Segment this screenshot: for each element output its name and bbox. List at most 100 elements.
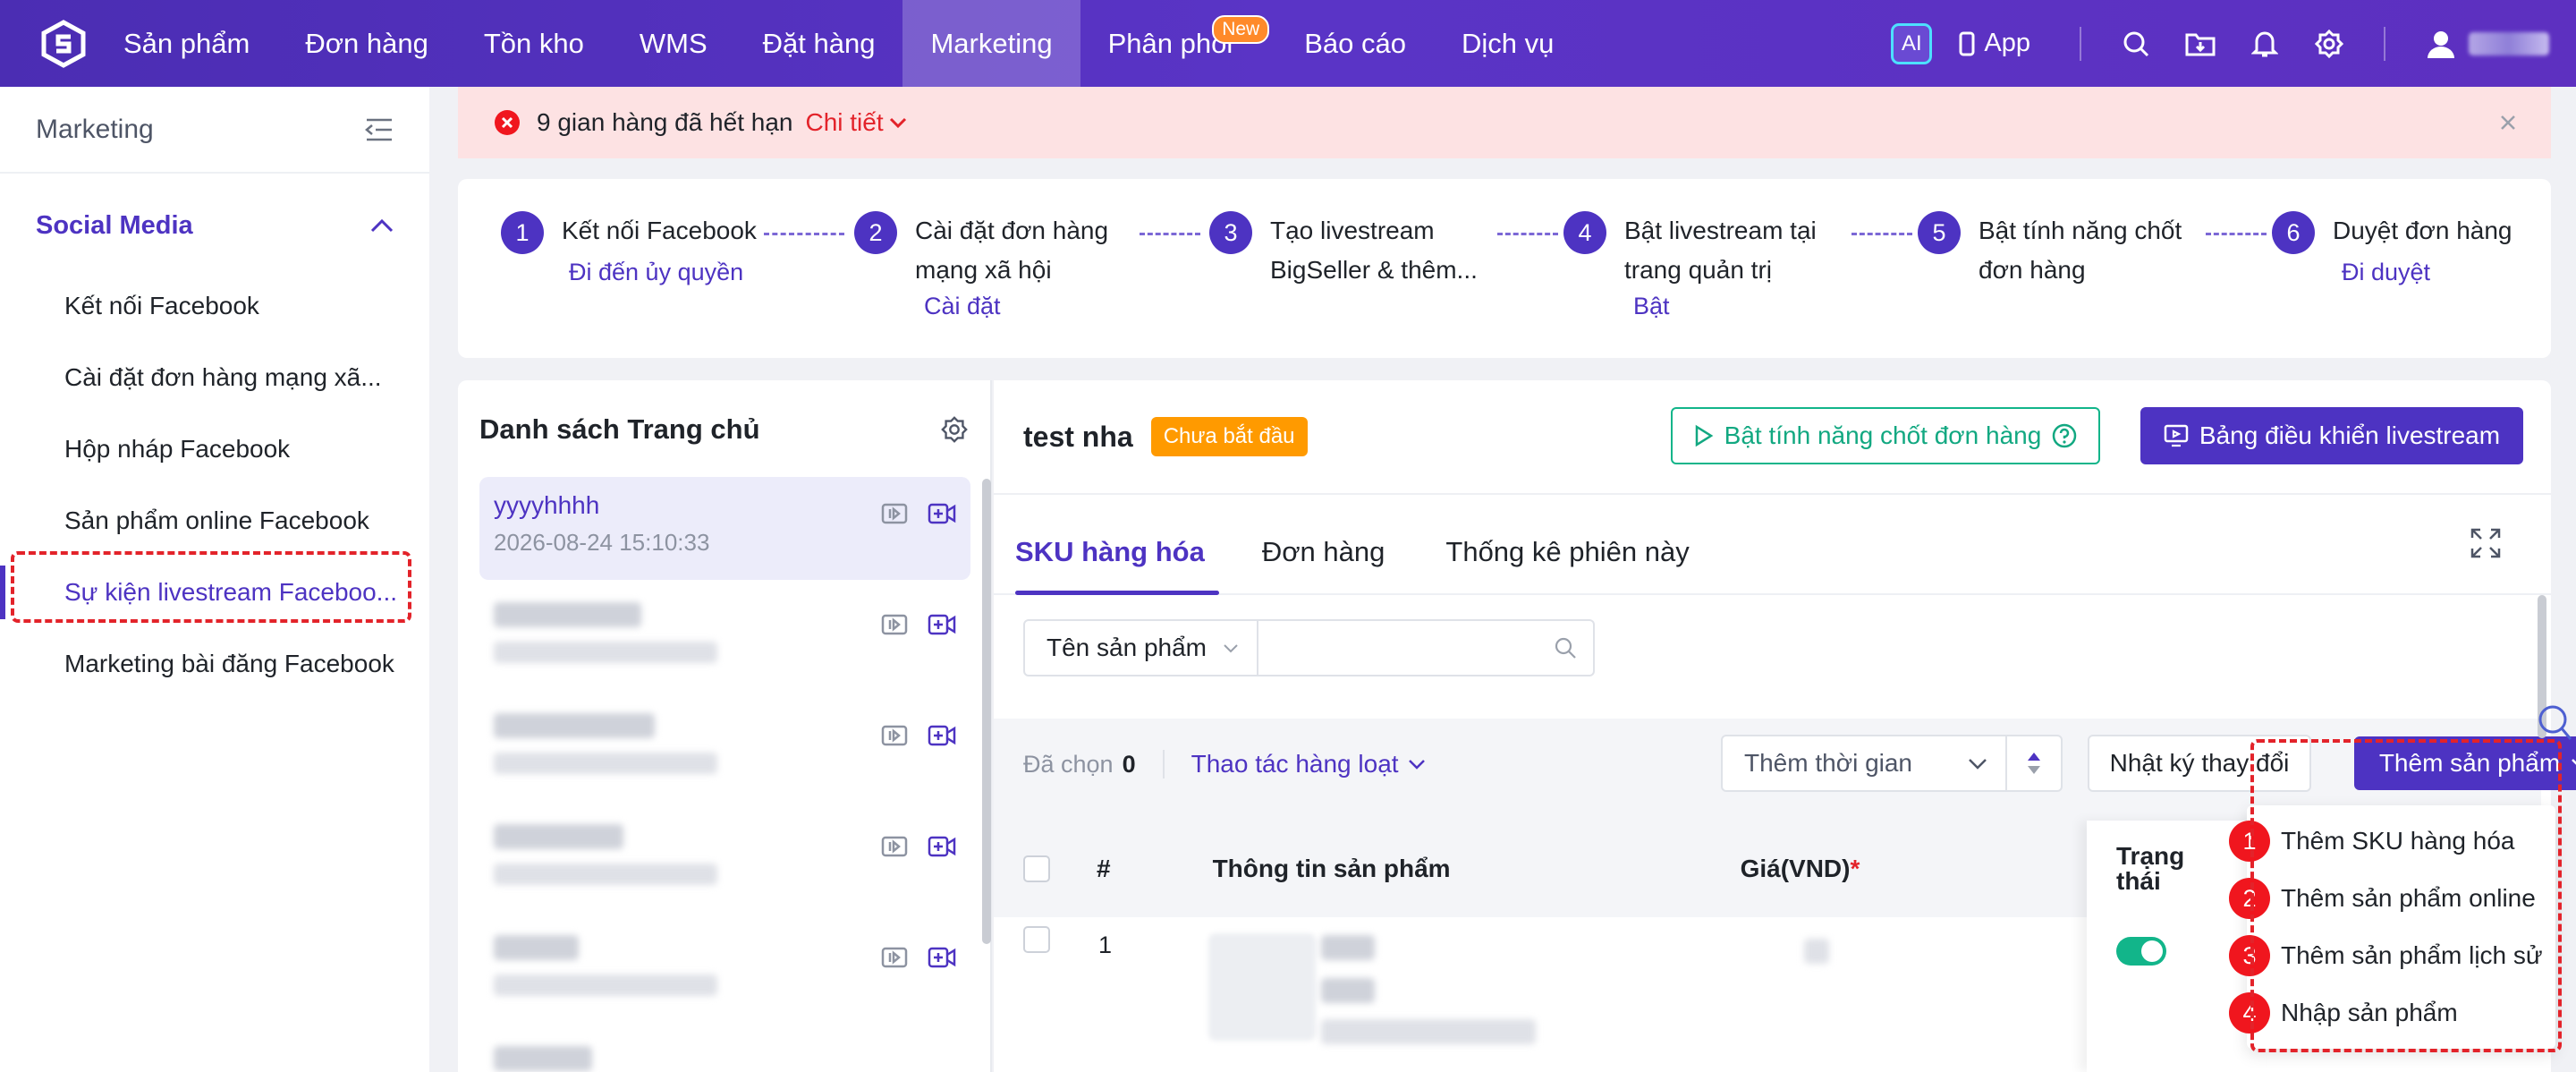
redacted-name	[494, 1046, 592, 1071]
homepage-list-panel: Danh sách Trang chủ yyyyhhhh 2026-08-24 …	[458, 380, 992, 1072]
sort-button[interactable]	[2005, 735, 2063, 792]
video-list-icon[interactable]	[881, 835, 908, 858]
sidebar-item-ket-noi-facebook[interactable]: Kết nối Facebook	[0, 270, 429, 342]
row-checkbox[interactable]	[1023, 926, 1050, 953]
sidebar-item-su-kien-livestream[interactable]: Sự kiện livestream Faceboo...	[0, 557, 429, 628]
zoom-magnifier-icon	[2538, 705, 2572, 740]
nav-dich-vu[interactable]: Dịch vụ	[1434, 0, 1581, 87]
collapse-menu-icon[interactable]	[365, 117, 394, 142]
search-icon[interactable]	[1554, 636, 1577, 659]
step-link-review[interactable]: Đi duyệt	[2342, 252, 2512, 292]
menu-item-add-history-product[interactable]: 3 Thêm sản phẩm lịch sử	[2229, 927, 2555, 984]
step-text: BigSeller & thêm...	[1270, 256, 1478, 284]
step-text: Duyệt đơn hàng	[2333, 217, 2512, 244]
step-number: 4	[1563, 211, 1606, 254]
column-index: #	[1097, 855, 1111, 882]
sidebar-item-cai-dat-don-hang[interactable]: Cài đặt đơn hàng mạng xã...	[0, 342, 429, 413]
nav-don-hang[interactable]: Đơn hàng	[277, 0, 456, 87]
select-all-checkbox[interactable]	[1023, 855, 1050, 882]
video-list-icon[interactable]	[881, 613, 908, 636]
list-item[interactable]	[479, 699, 970, 802]
user-menu[interactable]	[2426, 29, 2549, 59]
nav-marketing[interactable]: Marketing	[902, 0, 1080, 87]
help-icon[interactable]	[2052, 423, 2077, 448]
nav-bao-cao[interactable]: Báo cáo	[1276, 0, 1434, 87]
search-field-select[interactable]: Tên sản phẩm	[1023, 619, 1258, 676]
redacted-date	[494, 974, 717, 996]
add-video-icon[interactable]	[928, 613, 956, 636]
nav-phan-phoi[interactable]: Phân phối New	[1080, 0, 1270, 87]
video-list-icon[interactable]	[881, 946, 908, 969]
event-title: test nha	[1023, 420, 1133, 453]
list-item[interactable]	[479, 588, 970, 691]
nav-ton-kho[interactable]: Tồn kho	[456, 0, 612, 87]
tab-orders[interactable]: Đơn hàng	[1262, 536, 1400, 593]
tab-session-stats[interactable]: Thống kê phiên này	[1445, 536, 1703, 593]
step-connector	[1852, 233, 1912, 235]
sidebar-item-san-pham-online[interactable]: Sản phẩm online Facebook	[0, 485, 429, 557]
add-time-select[interactable]: Thêm thời gian	[1721, 735, 2007, 792]
status-badge: Chưa bắt đầu	[1150, 417, 1308, 456]
nav-wms[interactable]: WMS	[612, 0, 735, 87]
top-navigation-bar: Sản phẩm Đơn hàng Tồn kho WMS Đặt hàng M…	[0, 0, 2576, 87]
add-video-icon[interactable]	[928, 502, 956, 525]
sidebar-item-hop-nhap-facebook[interactable]: Hộp nháp Facebook	[0, 413, 429, 485]
add-video-icon[interactable]	[928, 835, 956, 858]
gear-icon[interactable]	[940, 415, 969, 444]
sidebar-item-marketing-bai-dang[interactable]: Marketing bài đăng Facebook	[0, 628, 429, 700]
batch-actions-dropdown[interactable]: Thao tác hàng loạt	[1191, 750, 1426, 778]
step-link-settings[interactable]: Cài đặt	[924, 286, 1108, 326]
search-input[interactable]	[1258, 619, 1595, 676]
folder-download-icon[interactable]	[2168, 0, 2233, 87]
list-item[interactable]	[479, 810, 970, 913]
video-list-icon[interactable]	[881, 502, 908, 525]
step-link-enable[interactable]: Bật	[1633, 286, 1817, 326]
add-video-icon[interactable]	[928, 724, 956, 747]
list-item[interactable]	[479, 921, 970, 1024]
list-scrollbar[interactable]	[982, 479, 991, 944]
list-item[interactable]: yyyyhhhh 2026-08-24 15:10:33	[479, 477, 970, 580]
alert-detail-link[interactable]: Chi tiết	[805, 108, 906, 137]
bell-icon[interactable]	[2233, 0, 2297, 87]
column-status-line2: thái	[2116, 867, 2161, 895]
chevron-down-icon	[1408, 760, 1425, 770]
add-product-button[interactable]: Thêm sản phẩm	[2354, 736, 2576, 790]
add-video-icon[interactable]	[928, 946, 956, 969]
enable-order-closing-button[interactable]: Bật tính năng chốt đơn hàng	[1671, 407, 2100, 464]
nav-dat-hang[interactable]: Đặt hàng	[735, 0, 903, 87]
menu-item-add-sku[interactable]: 1 Thêm SKU hàng hóa	[2229, 813, 2555, 870]
ai-button[interactable]: AI	[1891, 22, 1933, 64]
avatar-icon	[2428, 30, 2454, 58]
step-marker: 4	[2229, 992, 2270, 1034]
tab-sku[interactable]: SKU hàng hóa	[1015, 536, 1219, 595]
sidebar-group-social-media[interactable]: Social Media	[0, 181, 429, 270]
search-icon[interactable]	[2104, 0, 2168, 87]
list-item[interactable]	[479, 1032, 970, 1072]
livestream-dashboard-button[interactable]: Bảng điều khiển livestream	[2140, 407, 2523, 464]
step-text: mạng xã hội	[915, 256, 1052, 284]
app-button[interactable]: App	[1959, 29, 2030, 58]
selected-count: 0	[1122, 750, 1136, 778]
step-4: 4 Bật livestream tại trang quản trị Bật	[1563, 211, 1817, 326]
status-toggle[interactable]	[2116, 937, 2166, 966]
menu-item-import-product[interactable]: 4 Nhập sản phẩm	[2229, 984, 2555, 1042]
sidebar-header: Marketing	[0, 87, 429, 174]
nav-divider	[2080, 26, 2081, 61]
menu-item-label: Nhập sản phẩm	[2281, 999, 2458, 1026]
fullscreen-icon[interactable]	[2470, 527, 2502, 559]
row-index: 1	[1098, 932, 1113, 958]
bigseller-logo[interactable]	[31, 0, 96, 87]
list-title: Danh sách Trang chủ	[479, 413, 760, 445]
gear-icon[interactable]	[2297, 0, 2361, 87]
change-log-button[interactable]: Nhật ký thay đổi	[2088, 735, 2311, 792]
table-toolbar: Đã chọn 0 Thao tác hàng loạt Thêm thời g…	[1023, 735, 2576, 794]
step-marker: 2	[2229, 878, 2270, 919]
nav-divider	[2384, 26, 2385, 61]
product-thumbnail	[1208, 933, 1316, 1041]
step-link-authorize[interactable]: Đi đến ủy quyền	[569, 252, 757, 292]
nav-san-pham[interactable]: Sản phẩm	[96, 0, 277, 87]
step-connector	[2206, 233, 2267, 235]
close-icon[interactable]	[2492, 106, 2524, 139]
menu-item-add-online-product[interactable]: 2 Thêm sản phẩm online	[2229, 870, 2555, 927]
video-list-icon[interactable]	[881, 724, 908, 747]
